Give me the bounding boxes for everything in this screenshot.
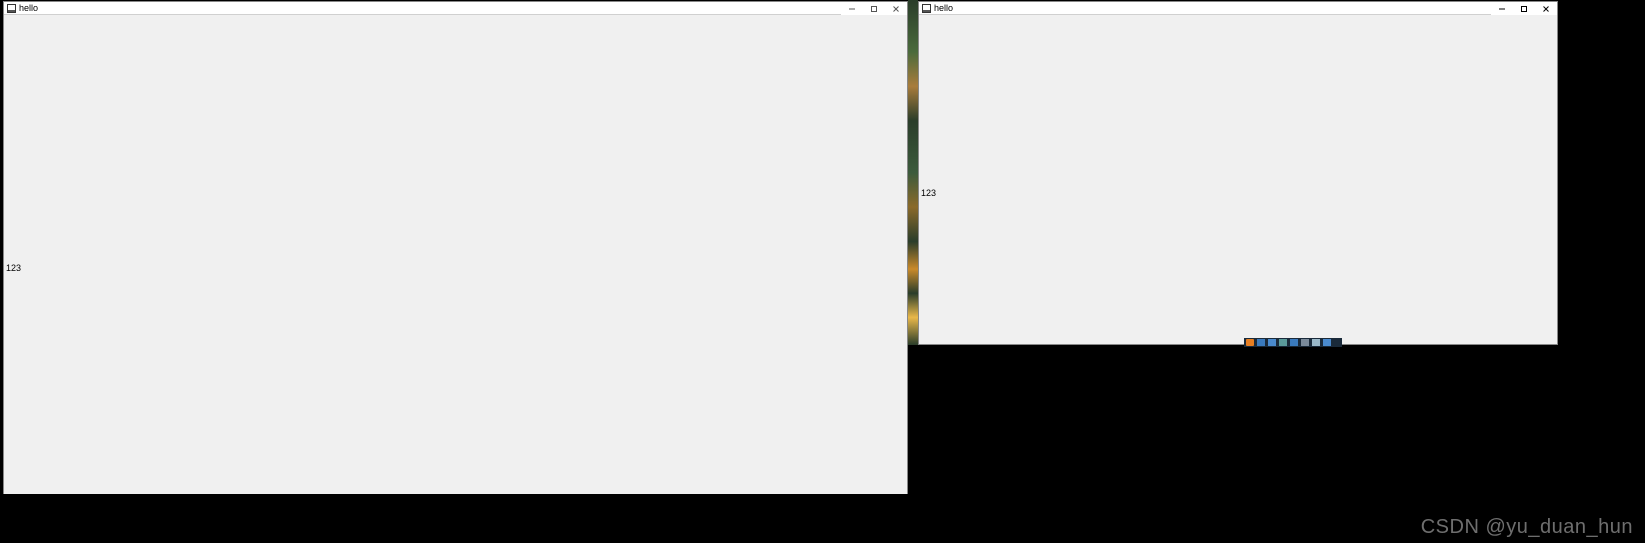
app-icon xyxy=(6,3,16,13)
desktop-gap xyxy=(908,0,918,345)
window-title-right: hello xyxy=(934,2,953,15)
close-button[interactable] xyxy=(1535,2,1557,15)
app-icon xyxy=(921,3,931,13)
minimize-button[interactable] xyxy=(841,2,863,15)
close-button[interactable] xyxy=(885,2,907,15)
taskbar-icon[interactable] xyxy=(1279,339,1287,346)
taskbar-icon[interactable] xyxy=(1246,339,1254,346)
client-area-right: 123 xyxy=(919,15,1557,344)
maximize-button[interactable] xyxy=(1513,2,1535,15)
app-window-left: hello 123 xyxy=(3,1,908,514)
minimize-button[interactable] xyxy=(1491,2,1513,15)
window-title-left: hello xyxy=(19,2,38,15)
window-controls-left xyxy=(841,2,907,15)
content-label-left: 123 xyxy=(6,263,21,273)
taskbar-icon[interactable] xyxy=(1268,339,1276,346)
taskbar-icon[interactable] xyxy=(1312,339,1320,346)
content-label-right: 123 xyxy=(921,188,936,198)
black-strip-left xyxy=(3,494,908,514)
taskbar-icon[interactable] xyxy=(1323,339,1331,346)
titlebar-right[interactable]: hello xyxy=(919,2,1557,15)
app-window-right: hello 123 xyxy=(918,1,1558,345)
taskbar-icon[interactable] xyxy=(1257,339,1265,346)
client-area-left: 123 xyxy=(4,15,907,513)
taskbar xyxy=(1244,338,1342,347)
taskbar-icon[interactable] xyxy=(1290,339,1298,346)
titlebar-left[interactable]: hello xyxy=(4,2,907,15)
maximize-button[interactable] xyxy=(863,2,885,15)
watermark: CSDN @yu_duan_hun xyxy=(1421,516,1633,539)
taskbar-icon[interactable] xyxy=(1301,339,1309,346)
window-controls-right xyxy=(1491,2,1557,15)
